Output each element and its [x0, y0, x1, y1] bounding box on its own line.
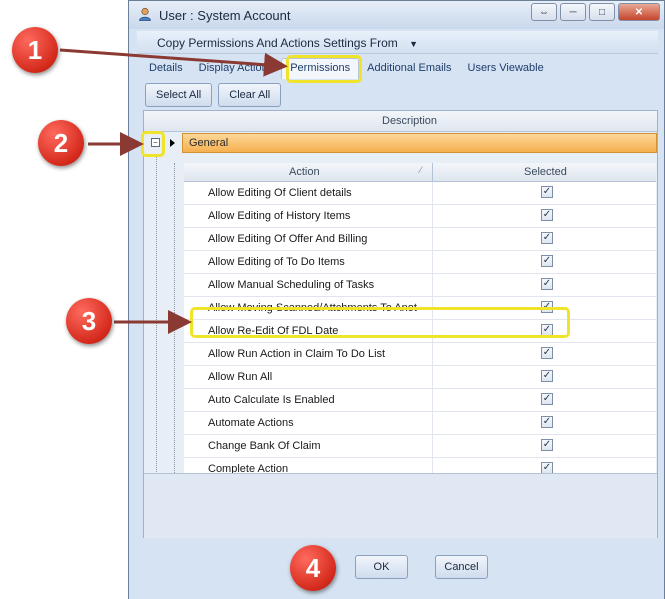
cell-divider [432, 228, 433, 250]
action-label: Change Bank Of Claim [208, 440, 321, 452]
table-row[interactable]: Allow Run Action in Claim To Do List ✓ [184, 343, 656, 366]
table-row[interactable]: Allow Manual Scheduling of Tasks ✓ [184, 274, 656, 297]
description-column-header[interactable]: Description [382, 115, 437, 127]
row-indicator-icon [170, 139, 175, 147]
table-row[interactable]: Auto Calculate Is Enabled ✓ [184, 389, 656, 412]
dialog-footer: OK Cancel [129, 541, 664, 599]
cell-divider [432, 343, 433, 365]
selected-checkbox[interactable]: ✓ [541, 393, 553, 405]
window-title: User : System Account [159, 8, 291, 23]
table-row[interactable]: Allow Editing of History Items ✓ [184, 205, 656, 228]
close-button[interactable]: ✕ [618, 3, 660, 21]
table-row[interactable]: Automate Actions ✓ [184, 412, 656, 435]
action-label: Allow Editing Of Offer And Billing [208, 233, 368, 245]
cell-divider [432, 205, 433, 227]
cancel-button[interactable]: Cancel [435, 555, 488, 579]
cell-divider [432, 366, 433, 388]
table-row[interactable]: Allow Editing of To Do Items ✓ [184, 251, 656, 274]
cell-divider [432, 435, 433, 457]
row-highlight [190, 307, 570, 338]
selected-checkbox[interactable]: ✓ [541, 347, 553, 359]
cell-divider [432, 412, 433, 434]
action-label: Auto Calculate Is Enabled [208, 394, 335, 406]
selected-checkbox[interactable]: ✓ [541, 278, 553, 290]
group-bar[interactable]: General [182, 133, 657, 153]
minimize-button[interactable]: ─ [560, 3, 586, 21]
cell-divider [432, 458, 433, 473]
selected-checkbox[interactable]: ✓ [541, 462, 553, 473]
selected-checkbox[interactable]: ✓ [541, 232, 553, 244]
user-icon [139, 7, 151, 21]
clear-all-button[interactable]: Clear All [218, 83, 282, 107]
tree-line [174, 163, 176, 473]
grid-header: Description [144, 111, 657, 132]
callout-3: 3 [66, 298, 112, 344]
tab-users-viewable[interactable]: Users Viewable [460, 59, 552, 79]
table-row[interactable]: Complete Action ✓ [184, 458, 656, 473]
copy-permissions-dropdown[interactable]: Copy Permissions And Actions Settings Fr… [137, 31, 658, 54]
selected-checkbox[interactable]: ✓ [541, 209, 553, 221]
title-bar[interactable]: User : System Account ⇔ ─ □ ✕ [129, 1, 664, 29]
grid-empty-area [144, 473, 657, 538]
selected-checkbox[interactable]: ✓ [541, 255, 553, 267]
column-divider[interactable] [432, 163, 433, 181]
selected-column-header[interactable]: Selected [524, 166, 567, 178]
table-row[interactable]: Allow Editing Of Offer And Billing ✓ [184, 228, 656, 251]
table-row[interactable]: Allow Editing Of Client details ✓ [184, 182, 656, 205]
selected-checkbox[interactable]: ✓ [541, 186, 553, 198]
expander-highlight [141, 131, 165, 157]
action-label: Complete Action [208, 463, 289, 473]
action-label: Allow Manual Scheduling of Tasks [208, 279, 375, 291]
selected-checkbox[interactable]: ✓ [541, 439, 553, 451]
table-row[interactable]: Change Bank Of Claim ✓ [184, 435, 656, 458]
cell-divider [432, 274, 433, 296]
callout-4: 4 [290, 545, 336, 591]
callout-2: 2 [38, 120, 84, 166]
chevron-down-icon: ▼ [409, 39, 419, 49]
cell-divider [432, 182, 433, 204]
table-row[interactable]: Allow Run All ✓ [184, 366, 656, 389]
tab-details[interactable]: Details [141, 59, 191, 79]
action-column-header[interactable]: Action [289, 166, 320, 178]
cell-divider [432, 389, 433, 411]
group-label: General [189, 137, 229, 149]
action-label: Allow Editing Of Client details [208, 187, 352, 199]
action-label: Allow Run All [208, 371, 273, 383]
callout-1: 1 [12, 27, 58, 73]
maximize-button[interactable]: □ [589, 3, 615, 21]
tree-line [156, 154, 158, 484]
selected-checkbox[interactable]: ✓ [541, 416, 553, 428]
select-all-button[interactable]: Select All [145, 83, 213, 107]
permissions-tab-highlight [286, 55, 362, 83]
user-dialog-window: User : System Account ⇔ ─ □ ✕ Copy Permi… [128, 0, 665, 599]
action-label: Automate Actions [208, 417, 294, 429]
ok-button[interactable]: OK [355, 555, 408, 579]
cell-divider [432, 251, 433, 273]
tab-additional-emails[interactable]: Additional Emails [359, 59, 459, 79]
action-label: Allow Editing of To Do Items [208, 256, 345, 268]
restore-icon[interactable]: ⇔ [531, 3, 557, 21]
action-label: Allow Run Action in Claim To Do List [208, 348, 386, 360]
group-row-general[interactable]: − General [144, 132, 657, 154]
copy-permissions-label: Copy Permissions And Actions Settings Fr… [157, 36, 419, 50]
sort-icon[interactable]: ⁄ [420, 165, 422, 175]
action-label: Allow Editing of History Items [208, 210, 351, 222]
actions-table-header: Action ⁄ Selected [184, 163, 656, 182]
selected-checkbox[interactable]: ✓ [541, 370, 553, 382]
tab-display-actions[interactable]: Display Actions [191, 59, 282, 79]
